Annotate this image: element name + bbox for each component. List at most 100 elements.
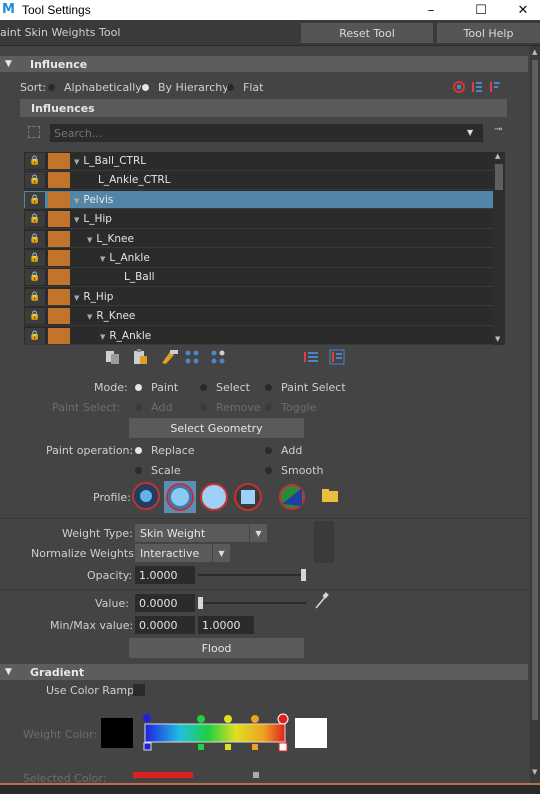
scroll-up-icon[interactable]: ▲ [532, 48, 537, 56]
tree-row[interactable]: 🔒 ▼ L_Knee [24, 230, 493, 249]
tree-row[interactable]: 🔒 ▼ L_Hip [24, 210, 493, 229]
gaussian-brush-icon[interactable] [132, 482, 160, 510]
expand-arrow-icon[interactable]: ▼ [74, 158, 79, 166]
collapse-arrow-icon[interactable]: ▼ [5, 59, 15, 69]
image-brush-icon[interactable] [279, 484, 305, 510]
weight-color-swatch-min[interactable] [101, 718, 133, 748]
op-replace-radio[interactable]: Replace [135, 444, 195, 457]
sort-by-hierarchy-radio[interactable]: By Hierarchy [142, 81, 229, 94]
chevron-down-icon[interactable]: ▼ [212, 544, 230, 562]
minimize-button[interactable]: – [408, 0, 454, 20]
normalize-weights-dropdown[interactable]: Interactive ▼ [135, 544, 230, 562]
copy-weights-icon[interactable] [106, 351, 119, 364]
lock-icon[interactable]: 🔒 [25, 269, 45, 286]
value-field[interactable] [135, 594, 195, 612]
folder-icon[interactable] [322, 489, 338, 502]
tree-row[interactable]: 🔒 ▼ L_Ankle [24, 249, 493, 268]
tree-row[interactable]: 🔒 ▼ R_Ankle [24, 327, 493, 345]
opacity-slider-handle[interactable] [301, 569, 306, 581]
expand-arrow-icon[interactable]: ▼ [100, 333, 105, 341]
flood-button[interactable]: Flood [129, 638, 304, 658]
use-color-ramp-checkbox[interactable] [133, 684, 145, 696]
selected-color-bar[interactable] [133, 772, 193, 778]
influence-color-swatch[interactable] [48, 153, 70, 169]
value-slider[interactable] [198, 602, 306, 604]
main-scrollbar[interactable]: ▲ ▼ [530, 46, 540, 784]
expand-arrow-icon[interactable]: ▼ [74, 294, 79, 302]
main-scrollbar-thumb[interactable] [532, 60, 538, 720]
opacity-field[interactable] [135, 566, 195, 584]
op-scale-radio[interactable]: Scale [135, 464, 181, 477]
op-add-radio[interactable]: Add [265, 444, 302, 457]
chevron-down-icon[interactable]: ▼ [249, 524, 267, 542]
tree-scroll-up-icon[interactable]: ▲ [495, 152, 500, 160]
lock-icon[interactable]: 🔒 [25, 172, 45, 189]
square-brush-icon[interactable] [234, 483, 262, 511]
pin-icon[interactable]: ⊸ [494, 124, 502, 135]
tree-row[interactable]: 🔒 L_Ankle_CTRL [24, 171, 493, 190]
scroll-down-icon[interactable]: ▼ [532, 768, 537, 776]
tree-row[interactable]: 🔒 ▼ L_Ball_CTRL [24, 152, 493, 171]
selected-color-handle[interactable] [253, 772, 259, 778]
max-value-field[interactable] [198, 616, 254, 634]
influence-color-swatch[interactable] [48, 211, 70, 228]
opacity-slider[interactable] [198, 574, 306, 576]
lock-icon[interactable]: 🔒 [25, 288, 45, 305]
weight-type-dropdown[interactable]: Skin Weight ▼ [135, 524, 267, 542]
collapse-arrow-icon[interactable]: ▼ [5, 667, 15, 677]
lock-icon[interactable]: 🔒 [25, 191, 45, 208]
expand-all-icon[interactable] [304, 352, 318, 362]
influence-color-swatch[interactable] [48, 230, 70, 247]
tree-row[interactable]: 🔒 ▼ Pelvis [24, 190, 493, 210]
weight-hammer-icon[interactable] [162, 350, 178, 364]
list-view-icon[interactable] [472, 82, 482, 92]
paste-weights-icon[interactable] [134, 349, 147, 364]
sort-alphabetically-radio[interactable]: Alphabetically [48, 81, 142, 94]
paint-select-remove-radio[interactable]: Remove [200, 401, 261, 414]
expand-arrow-icon[interactable]: ▼ [100, 255, 105, 263]
influence-color-swatch[interactable] [48, 172, 70, 189]
tree-row[interactable]: 🔒 ▼ R_Knee [24, 307, 493, 326]
lock-icon[interactable]: 🔒 [25, 308, 45, 325]
influence-section-header[interactable]: ▼ Influence [0, 56, 528, 72]
min-value-field[interactable] [135, 616, 195, 634]
search-dropdown-icon[interactable]: ▼ [467, 128, 473, 137]
tree-scroll-down-icon[interactable]: ▼ [495, 335, 500, 343]
paint-select-toggle-radio[interactable]: Toggle [265, 401, 316, 414]
solid-brush-icon[interactable] [200, 483, 228, 511]
op-smooth-radio[interactable]: Smooth [265, 464, 323, 477]
close-button[interactable]: ✕ [500, 0, 540, 20]
influence-color-swatch[interactable] [48, 191, 70, 208]
reset-influence-icon[interactable] [453, 81, 465, 93]
value-slider-handle[interactable] [198, 597, 203, 609]
move-weights-icon[interactable] [185, 350, 199, 364]
lock-icon[interactable]: 🔒 [25, 250, 45, 266]
color-ramp[interactable] [139, 710, 291, 756]
expand-arrow-icon[interactable]: ▼ [74, 216, 79, 224]
search-input[interactable] [50, 124, 483, 142]
gradient-section-header[interactable]: ▼ Gradient [0, 664, 528, 680]
soft-brush-icon[interactable] [166, 483, 194, 511]
influence-color-swatch[interactable] [48, 269, 70, 286]
influence-color-swatch[interactable] [48, 250, 70, 266]
sort-flat-radio[interactable]: Flat [227, 81, 263, 94]
mode-select-radio[interactable]: Select [200, 381, 250, 394]
expand-arrow-icon[interactable]: ▼ [87, 313, 92, 321]
mode-paint-select-radio[interactable]: Paint Select [265, 381, 346, 394]
select-geometry-button[interactable]: Select Geometry [129, 418, 304, 438]
maximize-button[interactable]: ☐ [458, 0, 504, 20]
influence-color-swatch[interactable] [48, 327, 70, 344]
collapse-all-icon[interactable] [329, 349, 345, 365]
hierarchy-view-icon[interactable] [490, 82, 500, 92]
tree-row[interactable]: 🔒 L_Ball [24, 268, 493, 287]
influence-color-swatch[interactable] [48, 288, 70, 305]
weight-color-swatch-max[interactable] [295, 718, 327, 748]
reset-tool-button[interactable]: Reset Tool [301, 23, 433, 43]
eyedropper-icon[interactable] [314, 592, 330, 610]
mode-paint-radio[interactable]: Paint [135, 381, 178, 394]
tree-scrollbar-thumb[interactable] [495, 164, 503, 190]
influence-color-swatch[interactable] [48, 308, 70, 325]
lock-icon[interactable]: 🔒 [25, 153, 45, 169]
select-filter-icon[interactable] [28, 126, 40, 138]
expand-arrow-icon[interactable]: ▼ [87, 236, 92, 244]
